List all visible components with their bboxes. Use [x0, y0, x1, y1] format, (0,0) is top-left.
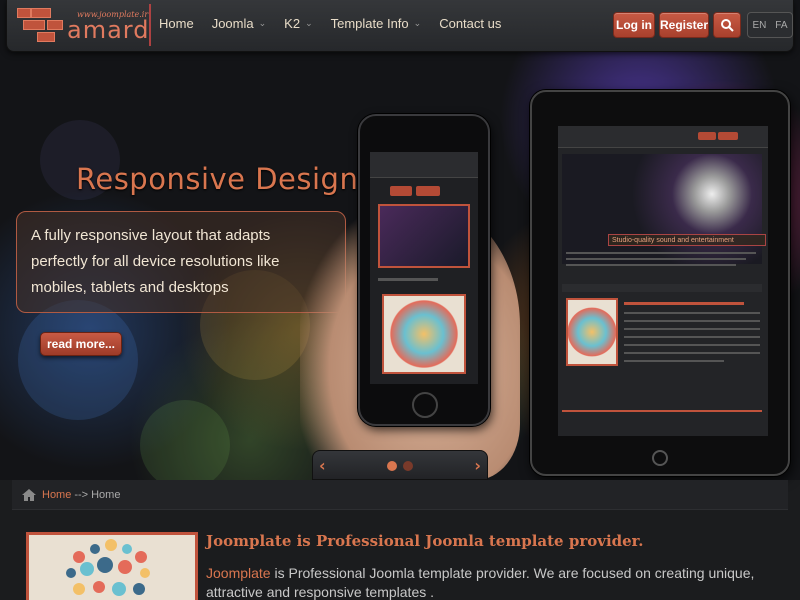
search-icon — [721, 19, 734, 32]
chevron-down-icon: ⌄ — [305, 18, 313, 28]
hero-slider: Responsive Design A fully responsive lay… — [0, 0, 800, 490]
breadcrumb: Home --> Home — [12, 480, 788, 510]
tablet-mini-caption: Studio-quality sound and entertainment — [608, 234, 766, 246]
phone-mini-button — [416, 186, 440, 196]
login-button[interactable]: Log in — [613, 12, 655, 38]
social-icons-illustration — [66, 539, 150, 600]
tablet-mini-line — [624, 320, 760, 322]
lang-fa[interactable]: FA — [775, 20, 787, 31]
logo-word: amard — [67, 16, 150, 44]
tablet-mockup: Studio-quality sound and entertainment — [530, 90, 790, 476]
slide-dot-1[interactable] — [387, 461, 397, 471]
slider-nav: ‹ › — [312, 450, 488, 480]
article-brand-link[interactable]: Joomplate — [206, 565, 271, 581]
logo-square — [17, 8, 31, 18]
bokeh-light — [140, 400, 230, 490]
breadcrumb-current: Home — [91, 488, 121, 501]
top-navigation-bar: www.joomplate.ir amard Home Joomla ⌄ K2 … — [6, 0, 794, 52]
nav-item-label: Home — [159, 16, 194, 31]
hero-description: A fully responsive layout that adapts pe… — [16, 211, 346, 313]
tablet-mini-line — [566, 258, 746, 260]
chevron-right-icon[interactable]: › — [474, 456, 481, 475]
nav-item-label: Template Info — [330, 16, 409, 31]
logo-square — [31, 8, 51, 18]
tablet-mini-line — [562, 410, 762, 412]
language-switcher: EN FA — [747, 12, 793, 38]
chevron-down-icon: ⌄ — [258, 18, 267, 28]
tablet-mini-line — [624, 352, 760, 354]
tablet-mini-line — [624, 360, 724, 362]
tablet-mini-line — [566, 252, 756, 254]
tablet-screen: Studio-quality sound and entertainment — [558, 126, 768, 436]
article-image[interactable] — [26, 532, 198, 600]
tablet-mini-line — [624, 328, 760, 330]
main-menu: Home Joomla ⌄ K2 ⌄ Template Info ⌄ Conta… — [159, 16, 519, 31]
phone-mini-header — [370, 152, 478, 178]
read-more-button[interactable]: read more... — [40, 332, 122, 356]
tablet-mini-button — [718, 132, 738, 140]
breadcrumb-separator: --> — [74, 488, 89, 501]
tablet-mini-slide — [562, 154, 762, 264]
phone-home-button — [412, 392, 438, 418]
nav-item-label: K2 — [284, 16, 301, 31]
article-body-text: is Professional Joomla template provider… — [206, 565, 755, 600]
tablet-mini-line — [566, 264, 736, 266]
nav-item-label: Contact us — [439, 16, 502, 31]
nav-item-home[interactable]: Home — [159, 16, 194, 31]
tablet-mini-button — [698, 132, 716, 140]
nav-item-label: Joomla — [211, 16, 254, 31]
slide-dot-2[interactable] — [403, 461, 413, 471]
phone-mockup — [358, 114, 490, 426]
phone-mini-image — [382, 294, 466, 374]
logo-square — [37, 32, 55, 42]
phone-screen — [370, 152, 478, 384]
site-logo[interactable]: www.joomplate.ir amard — [17, 6, 148, 44]
tablet-mini-line — [624, 302, 744, 305]
search-button[interactable] — [713, 12, 741, 38]
tablet-mini-image — [566, 298, 618, 366]
tablet-mini-line — [624, 312, 760, 314]
tablet-mini-line — [624, 344, 760, 346]
tablet-mini-line — [624, 336, 760, 338]
hero-title: Responsive Design — [76, 162, 359, 196]
register-button[interactable]: Register — [659, 12, 709, 38]
logo-square — [47, 20, 63, 30]
tablet-mini-line — [562, 284, 762, 292]
nav-item-joomla[interactable]: Joomla ⌄ — [212, 16, 266, 31]
tablet-home-button — [652, 450, 668, 466]
lang-en[interactable]: EN — [752, 20, 766, 31]
nav-item-k2[interactable]: K2 ⌄ — [284, 16, 312, 31]
article-body: Joomplate is Professional Joomla templat… — [206, 564, 792, 600]
article-title: Joomplate is Professional Joomla templat… — [206, 532, 644, 550]
phone-mini-line — [378, 278, 438, 281]
logo-square — [23, 20, 45, 30]
bokeh-light — [18, 300, 138, 420]
breadcrumb-link-home[interactable]: Home — [42, 489, 71, 501]
home-icon — [22, 488, 36, 501]
header-divider — [149, 4, 151, 46]
phone-mini-slide — [378, 204, 470, 268]
phone-mini-button — [390, 186, 412, 196]
nav-item-contact-us[interactable]: Contact us — [439, 16, 501, 31]
nav-item-template-info[interactable]: Template Info ⌄ — [331, 16, 422, 31]
chevron-down-icon: ⌄ — [413, 18, 422, 28]
chevron-left-icon[interactable]: ‹ — [319, 456, 326, 475]
